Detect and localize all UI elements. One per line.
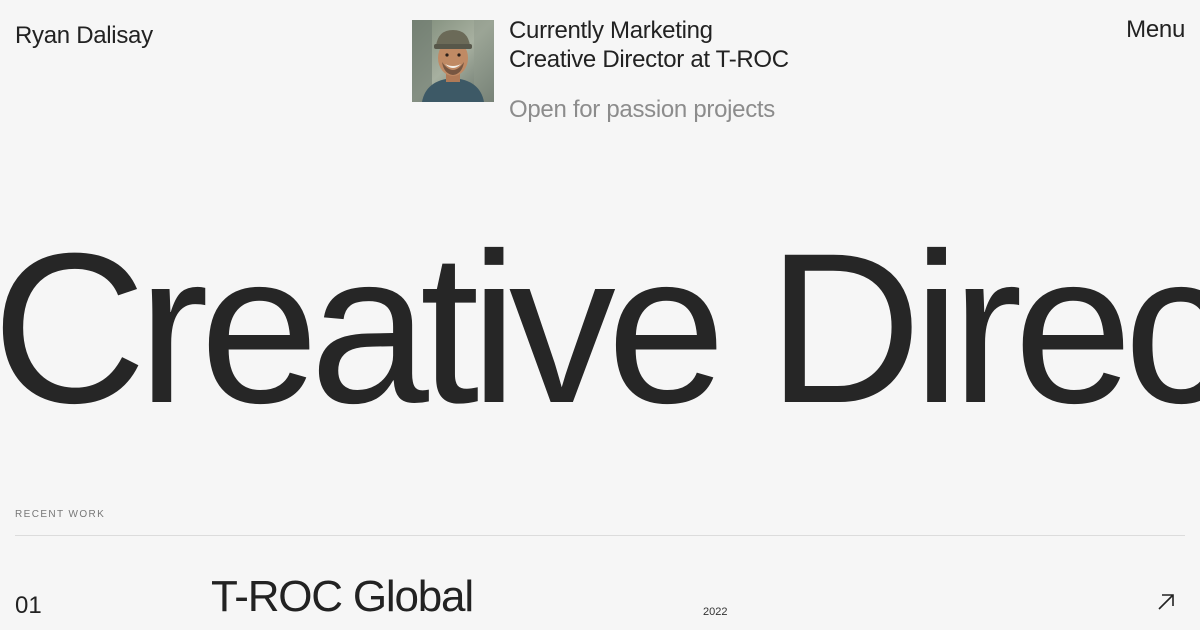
availability-text: Open for passion projects [509, 96, 775, 123]
work-item-title: T-ROC Global [211, 572, 474, 621]
page: Ryan Dalisay Menu Currently Marketing Cr… [0, 0, 1200, 630]
hero-headline: Creative Director [0, 209, 1200, 448]
arrow-up-right-icon[interactable] [1156, 592, 1176, 612]
work-item-index: 01 [15, 592, 42, 619]
avatar [412, 20, 494, 102]
current-role-line-1: Currently Marketing [509, 17, 713, 44]
current-role: Currently Marketing Creative Director at… [509, 16, 789, 74]
current-role-line-2: Creative Director at T-ROC [509, 46, 789, 73]
brand-link[interactable]: Ryan Dalisay [15, 22, 153, 50]
work-item-year: 2022 [703, 606, 728, 618]
avatar-photo [412, 20, 494, 102]
work-item-row[interactable]: 01 T-ROC Global 2022 [0, 536, 1200, 630]
menu-button[interactable]: Menu [1126, 16, 1185, 44]
recent-work-label: RECENT WORK [15, 509, 106, 520]
